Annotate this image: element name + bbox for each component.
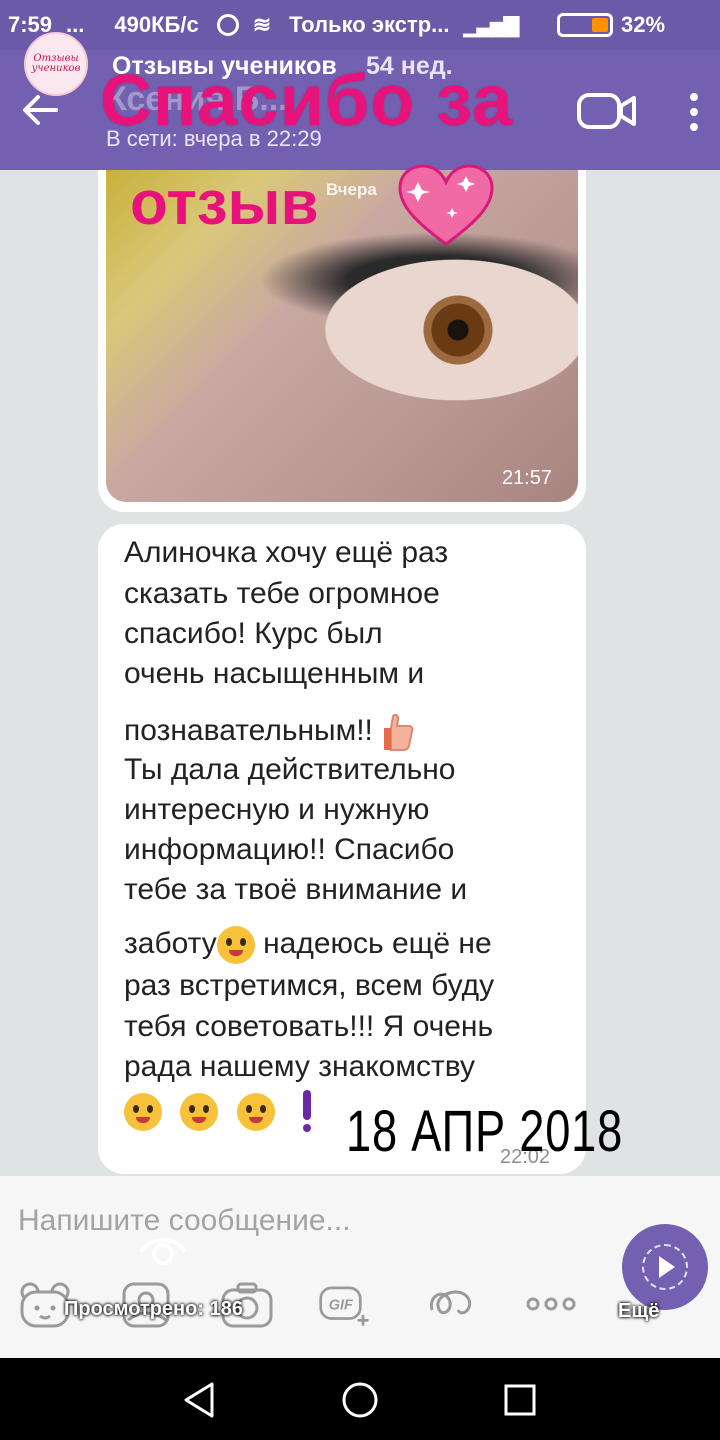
message-line: спасибо! Курс был: [124, 617, 383, 650]
message-line: информацию!! Спасибо: [124, 833, 455, 866]
battery-icon: [557, 13, 614, 37]
heart-icon: [398, 164, 494, 246]
status-carrier: Только экстр...: [289, 12, 450, 37]
exclamation-icon: [301, 1090, 313, 1134]
send-icon: [659, 1256, 675, 1278]
navigation-bar: [0, 1358, 720, 1440]
pleading-emoji-icon: [124, 1093, 162, 1131]
video-camera-icon[interactable]: [576, 90, 638, 132]
wifi-icon: ≋: [252, 12, 272, 37]
more-vertical-icon[interactable]: [688, 92, 700, 132]
message-line-with-emoji: заботу надеюсь ещё не: [124, 926, 492, 964]
message-line-text: заботу: [124, 926, 217, 960]
kiss-emoji-icon: [180, 1093, 219, 1131]
alarm-icon: [216, 14, 239, 36]
story-more-button[interactable]: Ещё: [618, 1300, 659, 1323]
message-line: очень насыщенным и: [124, 657, 425, 690]
signal-icon: ▁▃▅▇: [463, 14, 520, 37]
nav-back-icon[interactable]: [180, 1380, 220, 1420]
eye-icon: [139, 1238, 187, 1265]
message-line: раз встретимся, всем буду: [124, 969, 495, 1002]
story-views-count: Просмотрено: 186: [64, 1298, 243, 1320]
message-line: Алиночка хочу ещё раз: [124, 536, 449, 569]
story-logo: Отзывы учеников: [24, 32, 88, 96]
message-line: тебе за твоё внимание и: [124, 873, 468, 906]
message-line-text: надеюсь ещё не: [263, 926, 492, 960]
more-horizontal-icon[interactable]: [524, 1280, 578, 1330]
message-line-with-emoji: познавательным!!: [124, 712, 415, 752]
sticker-text-line1: Спасибо за: [100, 61, 514, 141]
sticker-text-line2: отзыв: [130, 169, 319, 238]
message-emoji-row: [124, 1090, 313, 1134]
battery-percent: 32%: [621, 12, 666, 37]
thumbs-up-icon: [384, 714, 414, 751]
photo-message-time: 21:57: [501, 467, 552, 489]
nav-home-icon[interactable]: [340, 1380, 380, 1420]
message-line-text: познавательным!!: [124, 713, 373, 747]
message-line: рада нашему знакомству: [124, 1050, 475, 1083]
message-line: сказать тебе огромное: [124, 577, 440, 610]
kiss-emoji-icon: [216, 926, 255, 964]
gif-icon[interactable]: GIF: [318, 1280, 372, 1330]
message-line: тебя советовать!!! Я очень: [124, 1010, 494, 1043]
svg-text:GIF: GIF: [329, 1298, 354, 1314]
nav-recents-icon[interactable]: [500, 1380, 540, 1420]
wink-emoji-icon: [236, 1093, 275, 1131]
message-line: Ты дала действительно: [124, 753, 456, 786]
status-speed: 490КБ/с: [114, 12, 199, 37]
doodle-icon[interactable]: [424, 1280, 478, 1330]
message-line: интересную и нужную: [124, 793, 430, 826]
arrow-left-icon[interactable]: [20, 90, 60, 130]
status-bar: 7:59 ... 490КБ/с ≋ Только экстр... ▁▃▅▇ …: [0, 0, 720, 50]
send-button[interactable]: [622, 1224, 708, 1310]
photo-date-tag: Вчера: [326, 180, 377, 199]
